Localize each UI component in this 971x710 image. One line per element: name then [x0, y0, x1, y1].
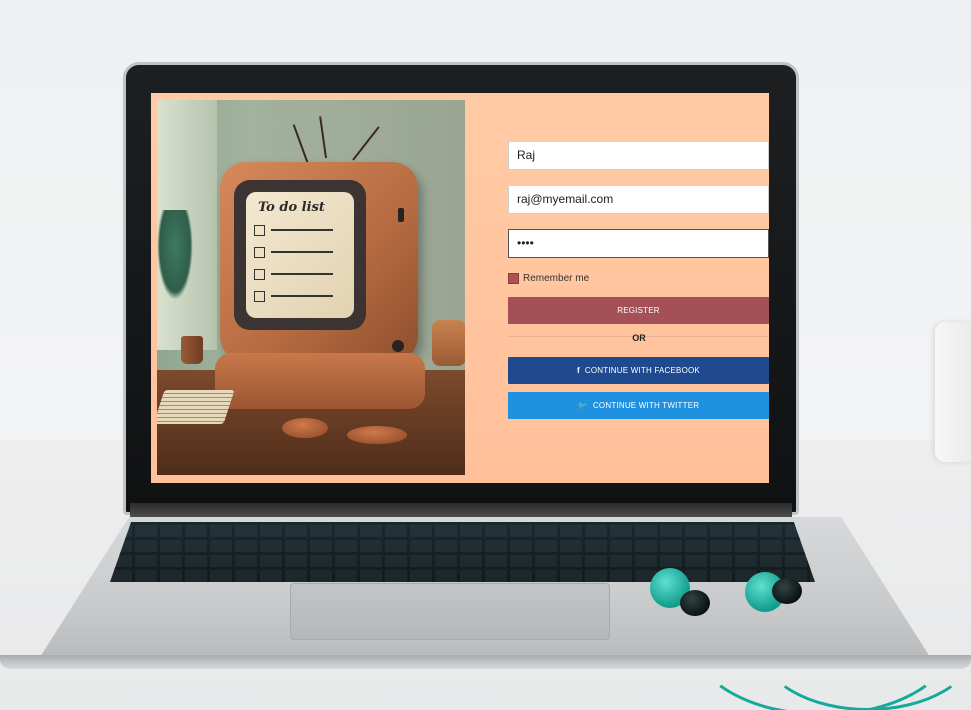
earphone-cable-2: [760, 585, 971, 710]
clay-disc: [282, 418, 328, 438]
tv-bezel: To do list: [234, 180, 366, 330]
twitter-button[interactable]: 🐦 CONTINUE WITH TWITTER: [508, 392, 769, 419]
todo-row: [254, 219, 346, 241]
todo-row: [254, 285, 346, 307]
tv-antenna-right: [352, 126, 380, 161]
retro-tv: To do list: [220, 162, 418, 362]
todo-checkbox: [254, 246, 265, 258]
coffee-mug: [935, 322, 971, 462]
plant-pot: [432, 320, 465, 366]
plant: [157, 210, 193, 300]
clay-disc: [347, 426, 407, 444]
laptop-keyboard: [110, 522, 815, 582]
tv-stand: [215, 353, 425, 409]
tv-antenna-left: [292, 124, 309, 165]
todo-line: [271, 251, 333, 253]
twitter-icon: 🐦: [577, 401, 588, 410]
todo-checkbox: [254, 224, 265, 236]
remember-me[interactable]: Remember me: [508, 273, 769, 284]
or-label: OR: [632, 333, 646, 343]
todo-checkbox: [254, 290, 265, 302]
facebook-label: CONTINUE WITH FACEBOOK: [584, 366, 700, 375]
tv-knob: [392, 340, 404, 352]
name-field[interactable]: Raj: [508, 141, 769, 170]
todo-line: [271, 295, 333, 297]
todo-checkbox: [254, 268, 265, 280]
remember-label: Remember me: [523, 273, 590, 284]
facebook-icon: f: [577, 366, 580, 375]
password-field[interactable]: ••••: [508, 229, 769, 258]
remember-checkbox[interactable]: [508, 273, 519, 284]
tv-antenna-mid: [319, 116, 327, 159]
hero-image: To do list: [157, 100, 465, 475]
tv-knob: [398, 208, 404, 222]
register-label: REGISTER: [617, 306, 660, 315]
todo-line: [271, 229, 333, 231]
todo-title: To do list: [258, 200, 325, 215]
todo-row: [254, 241, 346, 263]
facebook-button[interactable]: f CONTINUE WITH FACEBOOK: [508, 357, 769, 384]
register-form: Raj raj@myemail.com •••• Remember me REG…: [508, 141, 769, 419]
or-divider: OR: [508, 328, 769, 348]
laptop-touchpad: [290, 583, 610, 640]
register-button[interactable]: REGISTER: [508, 297, 769, 324]
todo-line: [271, 273, 333, 275]
cup: [181, 336, 203, 364]
todo-row: [254, 263, 346, 285]
screen: To do list Raj raj@myemail.com •••• Reme…: [151, 93, 769, 483]
email-field[interactable]: raj@myemail.com: [508, 185, 769, 214]
tv-screen: To do list: [246, 192, 354, 318]
twitter-label: CONTINUE WITH TWITTER: [592, 401, 700, 410]
book: [157, 390, 235, 424]
